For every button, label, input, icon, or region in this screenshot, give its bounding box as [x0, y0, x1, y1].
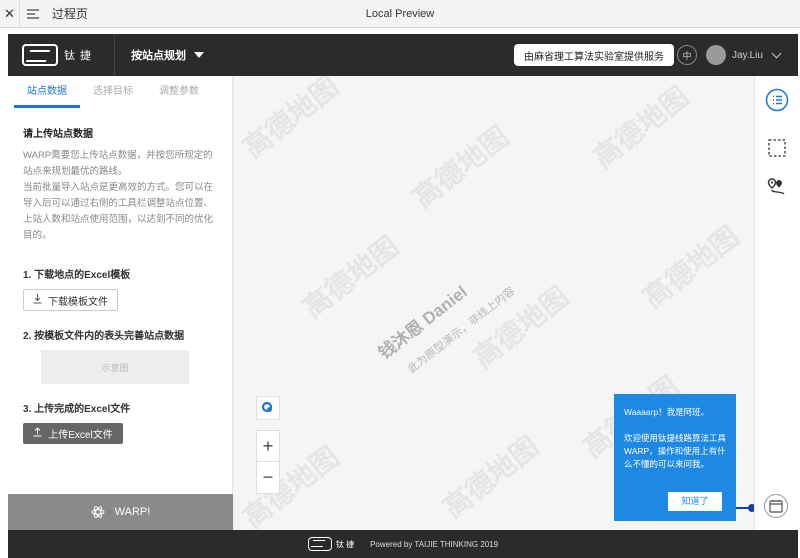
map-watermark: 高德地图 — [237, 440, 345, 530]
got-it-button[interactable]: 知道了 — [668, 492, 722, 511]
route-pin-icon — [767, 178, 785, 195]
assistant-message: 欢迎使用钛捷线路算法工具WARP，操作和使用上有什么不懂的可以来问我。 — [624, 433, 727, 469]
powered-by-text: Powered by TAIJIE THINKING 2019 — [370, 539, 499, 549]
map-watermark: 高德地图 — [437, 430, 545, 524]
upload-icon — [33, 427, 42, 440]
plan-mode-label: 按站点规划 — [131, 50, 187, 62]
warp-run-button[interactable]: WARP! — [8, 494, 233, 530]
avatar — [706, 45, 726, 65]
map-watermark: 高德地图 — [587, 80, 695, 174]
chevron-down-icon — [771, 48, 782, 58]
footer: 钛 捷 Powered by TAIJIE THINKING 2019 — [8, 530, 798, 558]
step-1-label: 1. 下载地点的Excel模板 — [23, 270, 131, 281]
browser-titlebar: ✕ 过程页 Local Preview — [0, 0, 800, 28]
locate-button[interactable] — [256, 396, 280, 420]
upload-excel-button[interactable]: 上传Excel文件 — [23, 423, 123, 444]
footer-logo-icon — [307, 537, 332, 551]
description-2: 当前批量导入站点是更高效的方式。您可以在导入后可以通过右侧的工具栏调整站点位置、… — [23, 182, 214, 241]
dashed-select-icon — [768, 139, 786, 157]
brand-logo[interactable]: 钛 捷 — [22, 44, 92, 66]
map-canvas[interactable]: 高德地图 高德地图 高德地图 高德地图 高德地图 高德地图 高德地图 高德地图 … — [234, 76, 754, 530]
locate-icon — [261, 401, 273, 413]
app-window: 钛 捷 按站点规划 由麻省理工算法实验室提供服务 中 Jay.Liu 站点数据 … — [8, 34, 798, 558]
close-icon[interactable]: ✕ — [0, 0, 20, 28]
caret-down-icon — [194, 52, 205, 58]
map-watermark: 高德地图 — [467, 280, 575, 374]
language-toggle[interactable]: 中 — [677, 45, 697, 65]
panel-tabs: 站点数据 选择目标 调整参数 — [8, 76, 232, 108]
user-name: Jay.Liu — [732, 49, 763, 61]
top-navbar: 钛 捷 按站点规划 由麻省理工算法实验室提供服务 中 Jay.Liu — [8, 34, 798, 76]
nav-divider — [114, 34, 116, 76]
atom-icon — [91, 506, 105, 518]
download-icon — [33, 293, 42, 307]
warp-label: WARP! — [114, 506, 151, 518]
download-template-label: 下载模板文件 — [48, 296, 108, 308]
map-watermark: 高德地图 — [237, 76, 345, 164]
left-panel: 站点数据 选择目标 调整参数 请上传站点数据 WARP需要您上传站点数据，并按您… — [8, 76, 233, 530]
service-provider-button[interactable]: 由麻省理工算法实验室提供服务 — [514, 44, 674, 66]
step-2-label: 2. 按模板文件内的表头完善站点数据 — [23, 331, 185, 342]
sample-image: 示意图 — [41, 350, 189, 384]
upload-excel-label: 上传Excel文件 — [48, 430, 113, 441]
download-template-button[interactable]: 下载模板文件 — [23, 289, 118, 311]
logo-text: 钛 捷 — [64, 50, 93, 62]
tab-adjust-params[interactable]: 调整参数 — [146, 76, 212, 108]
assistant-bubble: Waaaarp！我是阿班。 欢迎使用钛捷线路算法工具WARP，操作和使用上有什么… — [614, 394, 736, 521]
zoom-control: + − — [256, 430, 280, 494]
description-1: WARP需要您上传站点数据，并按您所规定的站点来规划最优的路线。 — [23, 150, 213, 177]
plan-mode-dropdown[interactable]: 按站点规划 — [131, 47, 205, 63]
map-watermark: 高德地图 — [297, 230, 405, 324]
calendar-icon — [769, 500, 783, 513]
list-circle-icon — [765, 88, 789, 112]
zoom-out-button[interactable]: − — [257, 462, 279, 493]
tab-title: 过程页 — [52, 7, 89, 21]
list-view-tool[interactable] — [765, 88, 789, 112]
route-tool[interactable] — [765, 174, 789, 198]
assistant-toggle[interactable] — [764, 494, 788, 518]
step-3-label: 3. 上传完成的Excel文件 — [23, 404, 131, 415]
section-heading: 请上传站点数据 — [23, 129, 93, 140]
map-watermark: 高德地图 — [637, 220, 745, 314]
logo-icon — [22, 44, 58, 66]
window-title: Local Preview — [365, 7, 435, 20]
zoom-in-button[interactable]: + — [257, 431, 279, 462]
area-select-tool[interactable] — [765, 136, 789, 160]
right-toolbar — [754, 76, 798, 530]
footer-logo-text: 钛 捷 — [335, 539, 355, 549]
assistant-greeting: Waaaarp！我是阿班。 — [624, 407, 710, 417]
tab-station-data[interactable]: 站点数据 — [14, 76, 80, 108]
tab-select-target[interactable]: 选择目标 — [80, 76, 146, 108]
user-menu[interactable]: Jay.Liu — [706, 45, 782, 65]
sidebar-toggle-icon[interactable] — [20, 0, 46, 28]
map-watermark: 高德地图 — [407, 120, 515, 214]
